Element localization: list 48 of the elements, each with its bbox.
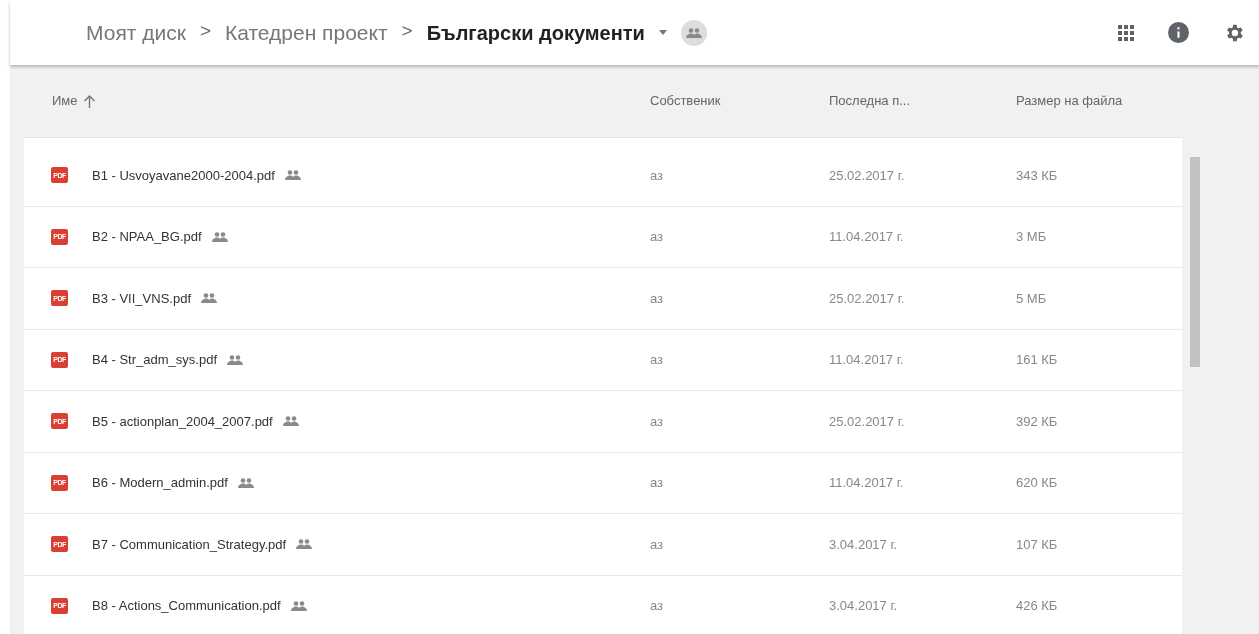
size-cell: 620 КБ — [1016, 475, 1058, 490]
info-icon[interactable] — [1168, 22, 1189, 43]
breadcrumb-link[interactable]: Моят диск — [86, 16, 186, 49]
breadcrumb-current[interactable]: Български документи — [426, 17, 645, 48]
file-name: B6 - Modern_admin.pdf — [92, 474, 228, 492]
file-name: B5 - actionplan_2004_2007.pdf — [92, 412, 273, 431]
date-cell: 11.04.2017 г. — [829, 475, 904, 490]
owner-cell: аз — [650, 352, 664, 367]
date-cell: 11.04.2017 г. — [829, 229, 904, 244]
file-name: B8 - Actions_Communication.pdf — [92, 597, 281, 615]
file-name: B2 - NPAA_BG.pdf — [92, 228, 202, 246]
size-cell: 107 КБ — [1016, 536, 1058, 552]
size-cell: 3 МБ — [1016, 229, 1047, 244]
date-cell: 3.04.2017 г. — [829, 598, 898, 613]
file-name: B1 - Usvoyavane2000-2004.pdf — [92, 166, 275, 185]
file-name: B7 - Communication_Strategy.pdf — [92, 535, 287, 554]
grid-view-icon[interactable] — [1118, 24, 1134, 41]
owner-cell: аз — [650, 536, 664, 552]
date-cell: 25.02.2017 г. — [829, 290, 905, 306]
column-header[interactable]: Собственик — [650, 91, 721, 111]
sort-ascending-icon[interactable] — [83, 94, 95, 108]
scrollbar-thumb[interactable] — [1190, 157, 1200, 367]
dropdown-caret-icon[interactable] — [658, 30, 667, 35]
owner-cell: аз — [650, 598, 664, 613]
date-cell: 11.04.2017 г. — [829, 352, 904, 367]
size-cell: 5 МБ — [1016, 290, 1047, 306]
file-name: B4 - Str_adm_sys.pdf — [92, 351, 217, 369]
size-cell: 161 КБ — [1016, 352, 1058, 367]
size-cell: 343 КБ — [1016, 167, 1058, 183]
owner-cell: аз — [650, 290, 664, 306]
column-header[interactable]: Последна п... — [829, 91, 911, 111]
date-cell: 25.02.2017 г. — [829, 413, 905, 429]
owner-cell: аз — [650, 413, 664, 429]
breadcrumb-separator: > — [401, 19, 413, 44]
owner-cell: аз — [650, 167, 664, 183]
shared-icon — [685, 27, 702, 38]
date-cell: 25.02.2017 г. — [829, 167, 905, 183]
column-header[interactable]: Име — [52, 91, 78, 111]
breadcrumb-link[interactable]: Катедрен проект — [225, 16, 388, 49]
owner-cell: аз — [650, 229, 664, 244]
column-header[interactable]: Размер на файла — [1016, 91, 1123, 111]
shared-folder-icon[interactable] — [680, 19, 707, 46]
size-cell: 426 КБ — [1016, 598, 1058, 613]
file-name: B3 - VII_VNS.pdf — [92, 289, 191, 308]
owner-cell: аз — [650, 475, 664, 490]
breadcrumb-separator: > — [199, 19, 211, 44]
date-cell: 3.04.2017 г. — [829, 536, 898, 552]
size-cell: 392 КБ — [1016, 413, 1058, 429]
